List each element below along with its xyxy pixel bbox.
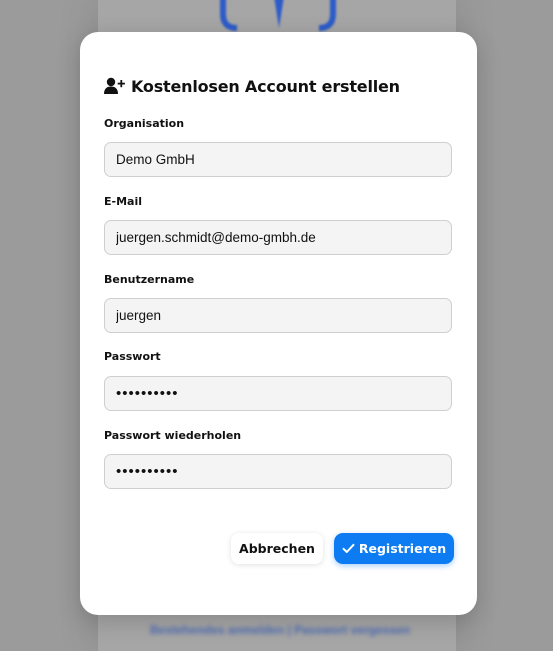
password-input[interactable] <box>104 376 452 411</box>
password-repeat-label: Passwort wiederholen <box>104 429 242 442</box>
register-button-label: Registrieren <box>358 541 447 556</box>
dialog-title: Kostenlosen Account erstellen <box>104 75 400 97</box>
user-plus-icon <box>104 77 125 95</box>
username-input[interactable] <box>104 298 452 333</box>
organisation-input[interactable] <box>104 142 452 177</box>
username-label: Benutzername <box>104 273 195 286</box>
organisation-label: Organisation <box>104 117 185 130</box>
password-label: Passwort <box>104 350 161 363</box>
register-button[interactable]: Registrieren <box>334 533 454 564</box>
email-input[interactable] <box>104 220 452 255</box>
email-label: E-Mail <box>104 195 142 208</box>
password-repeat-input[interactable] <box>104 454 452 489</box>
check-icon <box>342 543 355 554</box>
cancel-button[interactable]: Abbrechen <box>231 533 323 564</box>
dialog-title-text: Kostenlosen Account erstellen <box>131 76 400 96</box>
background-links: Bestehendes anmelden | Passwort vergesse… <box>150 623 411 637</box>
registration-dialog: Kostenlosen Account erstellen Organisati… <box>80 32 477 615</box>
